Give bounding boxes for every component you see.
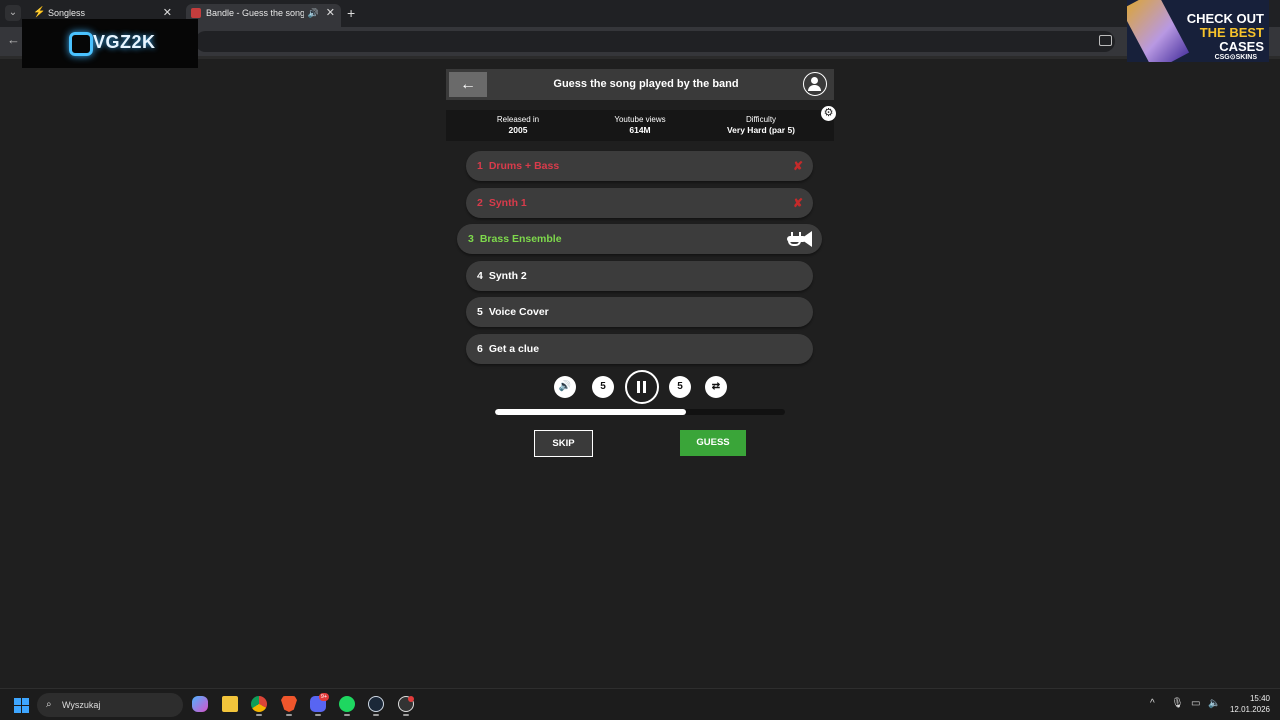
discord-badge: 9+ [319,693,329,701]
profile-icon[interactable] [803,72,827,96]
info-views: Youtube views 614M [580,115,700,135]
running-indicator [403,714,409,716]
info-value: Very Hard (par 5) [726,125,796,135]
clue-row-brass-ensemble[interactable]: 3 Brass Ensemble [457,224,822,254]
info-released: Released in 2005 [458,115,578,135]
spotify-icon[interactable] [339,696,355,712]
clue-row-voice-cover[interactable]: 5 Voice Cover [466,297,813,327]
chrome-icon[interactable] [251,696,267,712]
trumpet-icon [784,231,812,247]
info-difficulty: Difficulty Very Hard (par 5) [701,115,821,135]
clue-label: Voice Cover [488,306,549,318]
clue-row-synth-2[interactable]: 4 Synth 2 [466,261,813,291]
promo-line: CASES [1219,39,1264,54]
rewind-5-icon[interactable]: 5 [592,376,614,398]
info-label: Youtube views [614,115,666,124]
clue-number: 4 [477,270,483,282]
promo-caption: CHECK OUT THE BEST CASES [1187,12,1264,54]
pause-button[interactable] [625,370,659,404]
tab-audio-icon[interactable]: 🔊 [308,4,319,23]
speaker-icon[interactable]: 🔈 [1208,699,1220,709]
info-label: Difficulty [745,115,777,124]
brave-icon[interactable] [281,696,297,712]
clue-number: 1 [477,160,483,172]
cast-icon[interactable] [1099,35,1112,46]
settings-gear-icon[interactable]: ⚙ [821,106,836,121]
clue-row-get-a-clue[interactable]: 6 Get a clue [466,334,813,364]
copilot-icon[interactable] [192,696,208,712]
running-indicator [344,714,350,716]
tab-search-button[interactable]: ⌄ [5,5,21,21]
running-indicator [256,714,262,716]
wrong-mark-icon: ✘ [792,159,803,173]
file-explorer-icon[interactable] [222,696,238,712]
search-icon: ⌕ [46,699,52,710]
back-button[interactable]: ← [449,72,487,97]
clock-time: 15:40 [1249,694,1270,703]
steam-icon[interactable] [368,696,384,712]
new-tab-button[interactable]: + [347,5,355,21]
taskbar-search-input[interactable]: ⌕ Wyszukaj [37,693,183,717]
promo-banner[interactable]: CHECK OUT THE BEST CASES CSG⊙SKINS [1127,0,1269,62]
promo-brand: CSG⊙SKINS [1214,54,1257,61]
info-value: 2005 [508,125,528,135]
wrong-mark-icon: ✘ [792,196,803,210]
volume-icon[interactable]: 🔊 [554,376,576,398]
network-icon[interactable]: ▭ [1191,699,1200,709]
search-placeholder: Wyszukaj [62,700,101,710]
clue-label: Brass Ensemble [479,233,562,245]
clue-label: Get a clue [488,343,540,355]
system-clock[interactable]: 15:40 12.01.2026 [1222,693,1270,715]
progress-fill [495,409,687,415]
clue-number: 3 [468,233,474,245]
clue-number: 2 [477,197,483,209]
windows-start-icon[interactable] [14,698,29,713]
promo-line: CHECK OUT [1186,11,1264,26]
close-tab-icon[interactable]: ✕ [326,4,335,23]
clue-row-drums-bass[interactable]: 1 Drums + Bass ✘ [466,151,813,181]
microphone-icon[interactable]: 🎙 [1171,699,1184,709]
running-indicator [286,714,292,716]
stream-logo-text: VGZ2K [93,32,156,52]
page-title: Guess the song played by the band [553,78,739,90]
knife-image [1127,0,1190,62]
obs-recording-dot [408,696,414,702]
skip-button[interactable]: SKIP [534,430,593,457]
forward-5-icon[interactable]: 5 [669,376,691,398]
playback-progress[interactable] [495,409,785,415]
guess-button[interactable]: GUESS [680,430,746,456]
logo-ring-icon [69,32,93,56]
clock-date: 12.01.2026 [1229,705,1270,714]
stream-logo-overlay: VGZ2K [22,19,198,68]
tab-bandle[interactable]: Bandle - Guess the song, o 🔊 ✕ [186,4,341,27]
songless-favicon-icon: ⚡ [33,7,46,18]
bandle-favicon-icon [191,8,201,18]
clue-label: Drums + Bass [488,160,560,172]
clue-label: Synth 1 [488,197,527,209]
clue-number: 6 [477,343,483,355]
clue-row-synth-1[interactable]: 2 Synth 1 ✘ [466,188,813,218]
tray-overflow-icon[interactable]: ^ [1150,699,1155,709]
song-info-panel: Released in 2005 Youtube views 614M Diff… [446,110,834,141]
running-indicator [373,714,379,716]
browser-back-button[interactable]: ← [7,32,20,47]
clue-label: Synth 2 [488,270,527,282]
promo-line: THE BEST [1199,25,1264,40]
info-value: 614M [629,125,651,135]
running-indicator [315,714,321,716]
game-header: ← Guess the song played by the band [446,69,834,100]
tab-title: Bandle - Guess the song, o [206,8,304,18]
clue-number: 5 [477,306,483,318]
address-bar[interactable] [195,31,1115,52]
info-label: Released in [496,115,540,124]
repeat-icon[interactable]: ⇄ [705,376,727,398]
windows-taskbar: ⌕ Wyszukaj [0,688,1280,720]
